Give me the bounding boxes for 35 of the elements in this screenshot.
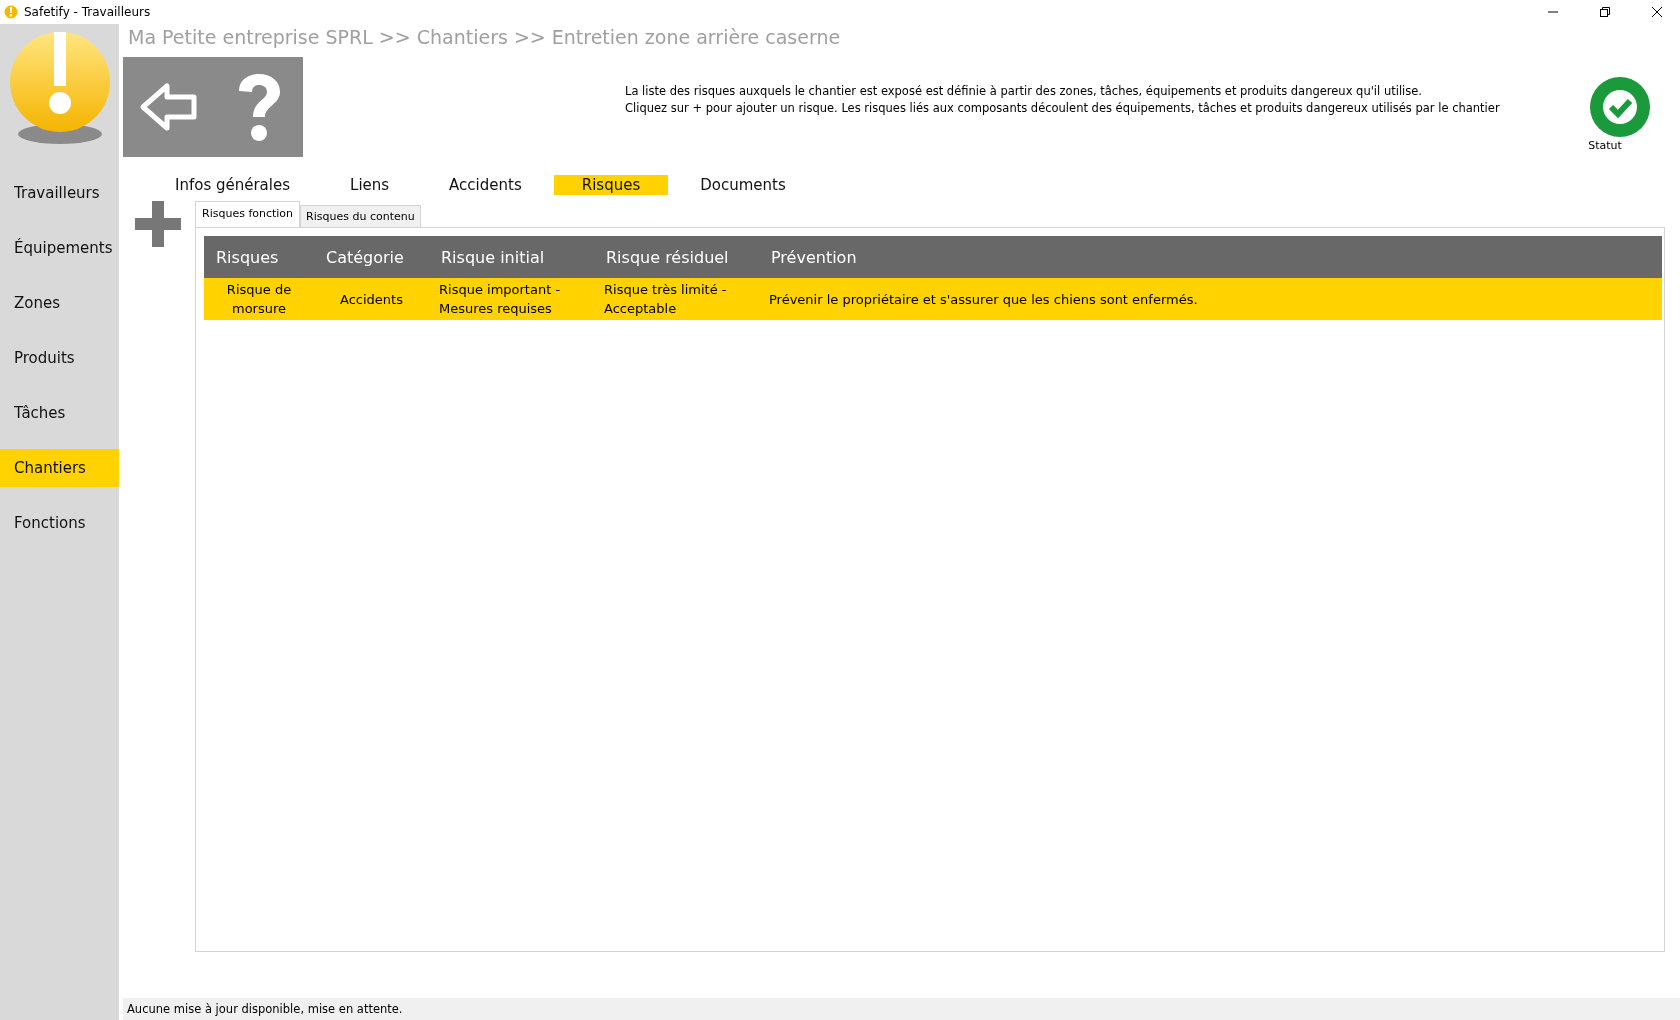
tab[interactable]: Risques fonction — [195, 201, 301, 227]
sidebar-item[interactable]: Produits — [0, 339, 119, 377]
window-title: Safetify - Travailleurs — [24, 5, 152, 19]
table-cell: Accidents — [314, 278, 429, 320]
sidebar-item[interactable]: Travailleurs — [0, 174, 119, 212]
column-header: Catégorie — [314, 236, 429, 278]
table-cell: Risque important - Mesures requises — [429, 278, 594, 320]
close-icon[interactable] — [1652, 7, 1662, 17]
table-cell: Risque de morsure — [204, 278, 314, 320]
tab[interactable]: Infos générales — [147, 175, 319, 195]
column-header: Prévention — [759, 236, 1662, 278]
sidebar-item[interactable]: Équipements — [0, 229, 119, 267]
table-cell: Risque très limité - Acceptable — [594, 278, 759, 320]
column-header: Risques — [204, 236, 314, 278]
description-text: La liste des risques auxquels le chantier est exposé est définie à partir des zones, tâches, équipements et produits dangereux qu'il utilise. Cliquez sur + pour ajouter un risque. Les risques liés aux composants découlent des équipements, tâches et produits dangereux utilisés par le chantier — [625, 83, 1501, 117]
tab[interactable]: Liens — [322, 175, 418, 195]
check-icon — [1590, 77, 1650, 137]
tab[interactable]: Risques — [553, 175, 669, 195]
tab[interactable]: Risques du contenu — [300, 205, 421, 227]
sidebar-item[interactable]: Chantiers — [0, 449, 119, 487]
table-cell: Prévenir le propriétaire et s'assurer que les chiens sont enfermés. — [759, 278, 1662, 320]
back-arrow-icon[interactable] — [139, 82, 199, 132]
sidebar-item[interactable]: Zones — [0, 284, 119, 322]
tab[interactable]: Accidents — [421, 175, 550, 195]
status-bar: Aucune mise à jour disponible, mise en attente. — [123, 998, 1680, 1020]
restore-icon[interactable] — [1600, 7, 1610, 17]
sidebar-item[interactable]: Tâches — [0, 394, 119, 432]
app-icon — [4, 5, 18, 19]
breadcrumb: Ma Petite entreprise SPRL >> Chantiers >> Entretien zone arrière caserne — [127, 25, 842, 50]
column-header: Risque résiduel — [594, 236, 759, 278]
sidebar-item[interactable]: Fonctions — [0, 504, 119, 542]
tab[interactable]: Documents — [672, 175, 814, 195]
column-header: Risque initial — [429, 236, 594, 278]
add-icon[interactable] — [135, 201, 181, 247]
status-label: Statut — [1588, 139, 1622, 152]
